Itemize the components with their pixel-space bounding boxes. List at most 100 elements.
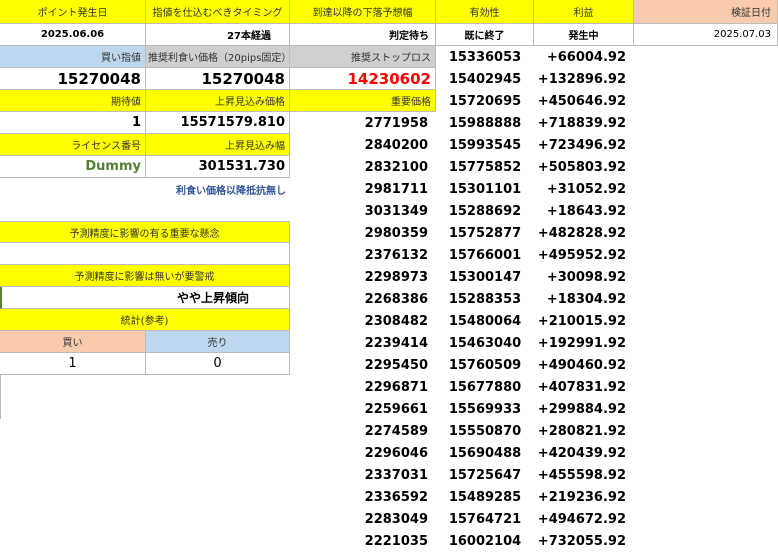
- profit-cell: +420439.92: [537, 445, 626, 461]
- stats-buy-label: 買い: [0, 331, 146, 353]
- validity-cell: 15775852: [448, 159, 522, 175]
- profit-cell: +66004.92: [546, 49, 626, 65]
- expectation-label: 期待値: [0, 90, 146, 112]
- important-cell: 2336592: [364, 489, 428, 505]
- profit-cell: +210015.92: [537, 313, 626, 329]
- validity-cell: 15301101: [448, 181, 522, 197]
- rise-price-value: 15571579.810: [146, 112, 290, 134]
- forecast-value: 判定待ち: [290, 24, 436, 46]
- validity-cell: 15489285: [448, 489, 522, 505]
- profit-cell: +723496.92: [537, 137, 626, 153]
- profit-cell: +494672.92: [537, 511, 626, 527]
- important-cell: 2283049: [364, 511, 428, 527]
- concern-label: 予測精度に影響の有る重要な懸念: [0, 221, 290, 243]
- rise-price-label: 上昇見込み価格: [146, 90, 290, 112]
- important-price-header: 重要価格: [290, 90, 436, 112]
- validity-value: 既に終了: [436, 24, 534, 46]
- validity-cell: 15569933: [448, 401, 522, 417]
- profit-header: 利益: [534, 0, 634, 24]
- verify-date-value: 2025.07.03: [634, 24, 778, 46]
- important-cell: 2296871: [364, 379, 428, 395]
- important-cell: 2771958: [364, 115, 428, 131]
- profit-cell: +732055.92: [537, 533, 626, 549]
- important-cell: 2296046: [364, 445, 428, 461]
- important-cell: 2268386: [364, 291, 428, 307]
- caution-value: やや上昇傾向: [0, 287, 290, 309]
- point-date-value: 2025.06.06: [0, 24, 146, 46]
- stats-buy-count: 1: [0, 353, 146, 375]
- validity-cell: 16002104: [448, 533, 522, 549]
- validity-cell: 15764721: [448, 511, 522, 527]
- validity-cell: 15402945: [448, 71, 522, 87]
- buy-limit-value: 15270048: [0, 68, 146, 90]
- important-cell: 2295450: [364, 357, 428, 373]
- validity-cell: 15550870: [448, 423, 522, 439]
- stats-sell-label: 売り: [146, 331, 290, 353]
- validity-cell: 15988888: [448, 115, 522, 131]
- rise-width-label: 上昇見込み幅: [146, 134, 290, 156]
- profit-cell: +18304.92: [546, 291, 626, 307]
- concern-value: [0, 243, 290, 265]
- important-cell: 2832100: [364, 159, 428, 175]
- important-cell: 2259661: [364, 401, 428, 417]
- important-cell: 2239414: [364, 335, 428, 351]
- important-cell: 2981711: [364, 181, 428, 197]
- profit-cell: +30098.92: [546, 269, 626, 285]
- profit-cell: +505803.92: [537, 159, 626, 175]
- profit-cell: +132896.92: [537, 71, 626, 87]
- validity-cell: 15300147: [448, 269, 522, 285]
- profit-cell: +219236.92: [537, 489, 626, 505]
- important-cell: 2298973: [364, 269, 428, 285]
- validity-header: 有効性: [436, 0, 534, 24]
- validity-cell: 15288353: [448, 291, 522, 307]
- expectation-value: 1: [0, 112, 146, 134]
- stop-loss-label: 推奨ストップロス: [290, 46, 436, 68]
- important-cell: 2337031: [364, 467, 428, 483]
- profit-cell: +718839.92: [537, 115, 626, 131]
- profit-cell: +299884.92: [537, 401, 626, 417]
- profit-value: 発生中: [534, 24, 634, 46]
- profit-cell: +280821.92: [537, 423, 626, 439]
- validity-cell: 15760509: [448, 357, 522, 373]
- license-label: ライセンス番号: [0, 134, 146, 156]
- stop-loss-value: 14230602: [290, 68, 436, 90]
- important-cell: 3031349: [364, 203, 428, 219]
- profit-cell: +192991.92: [537, 335, 626, 351]
- profit-cell: +407831.92: [537, 379, 626, 395]
- left-border: [0, 375, 1, 419]
- take-profit-value: 15270048: [146, 68, 290, 90]
- forecast-header: 到達以降の下落予想幅: [290, 0, 436, 24]
- validity-cell: 15720695: [448, 93, 522, 109]
- verify-date-header: 検証日付: [634, 0, 778, 24]
- validity-cell: 15288692: [448, 203, 522, 219]
- timing-value: 27本経過: [146, 24, 290, 46]
- validity-cell: 15677880: [448, 379, 522, 395]
- buy-limit-label: 買い指値: [0, 46, 146, 68]
- resistance-note: 利食い価格以降抵抗無し: [176, 185, 286, 197]
- important-cell: 2840200: [364, 137, 428, 153]
- profit-cell: +31052.92: [546, 181, 626, 197]
- validity-cell: 15725647: [448, 467, 522, 483]
- validity-cell: 15463040: [448, 335, 522, 351]
- caution-label: 予測精度に影響は無いが要警戒: [0, 265, 290, 287]
- profit-cell: +482828.92: [537, 225, 626, 241]
- point-date-header: ポイント発生日: [0, 0, 146, 24]
- license-value: Dummy: [0, 156, 146, 178]
- profit-cell: +490460.92: [537, 357, 626, 373]
- validity-cell: 15480064: [448, 313, 522, 329]
- profit-cell: +495952.92: [537, 247, 626, 263]
- timing-header: 指値を仕込むべきタイミング: [146, 0, 290, 24]
- important-cell: 2980359: [364, 225, 428, 241]
- validity-cell: 15690488: [448, 445, 522, 461]
- important-cell: 2308482: [364, 313, 428, 329]
- validity-cell: 15993545: [448, 137, 522, 153]
- validity-cell: 15752877: [448, 225, 522, 241]
- take-profit-label: 推奨利食い価格（20pips固定）: [146, 46, 290, 68]
- important-cell: 2221035: [364, 533, 428, 549]
- stats-sell-count: 0: [146, 353, 290, 375]
- profit-cell: +18643.92: [546, 203, 626, 219]
- important-cell: 2274589: [364, 423, 428, 439]
- important-cell: 2376132: [364, 247, 428, 263]
- stats-label: 統計(参考): [0, 309, 290, 331]
- profit-cell: +455598.92: [537, 467, 626, 483]
